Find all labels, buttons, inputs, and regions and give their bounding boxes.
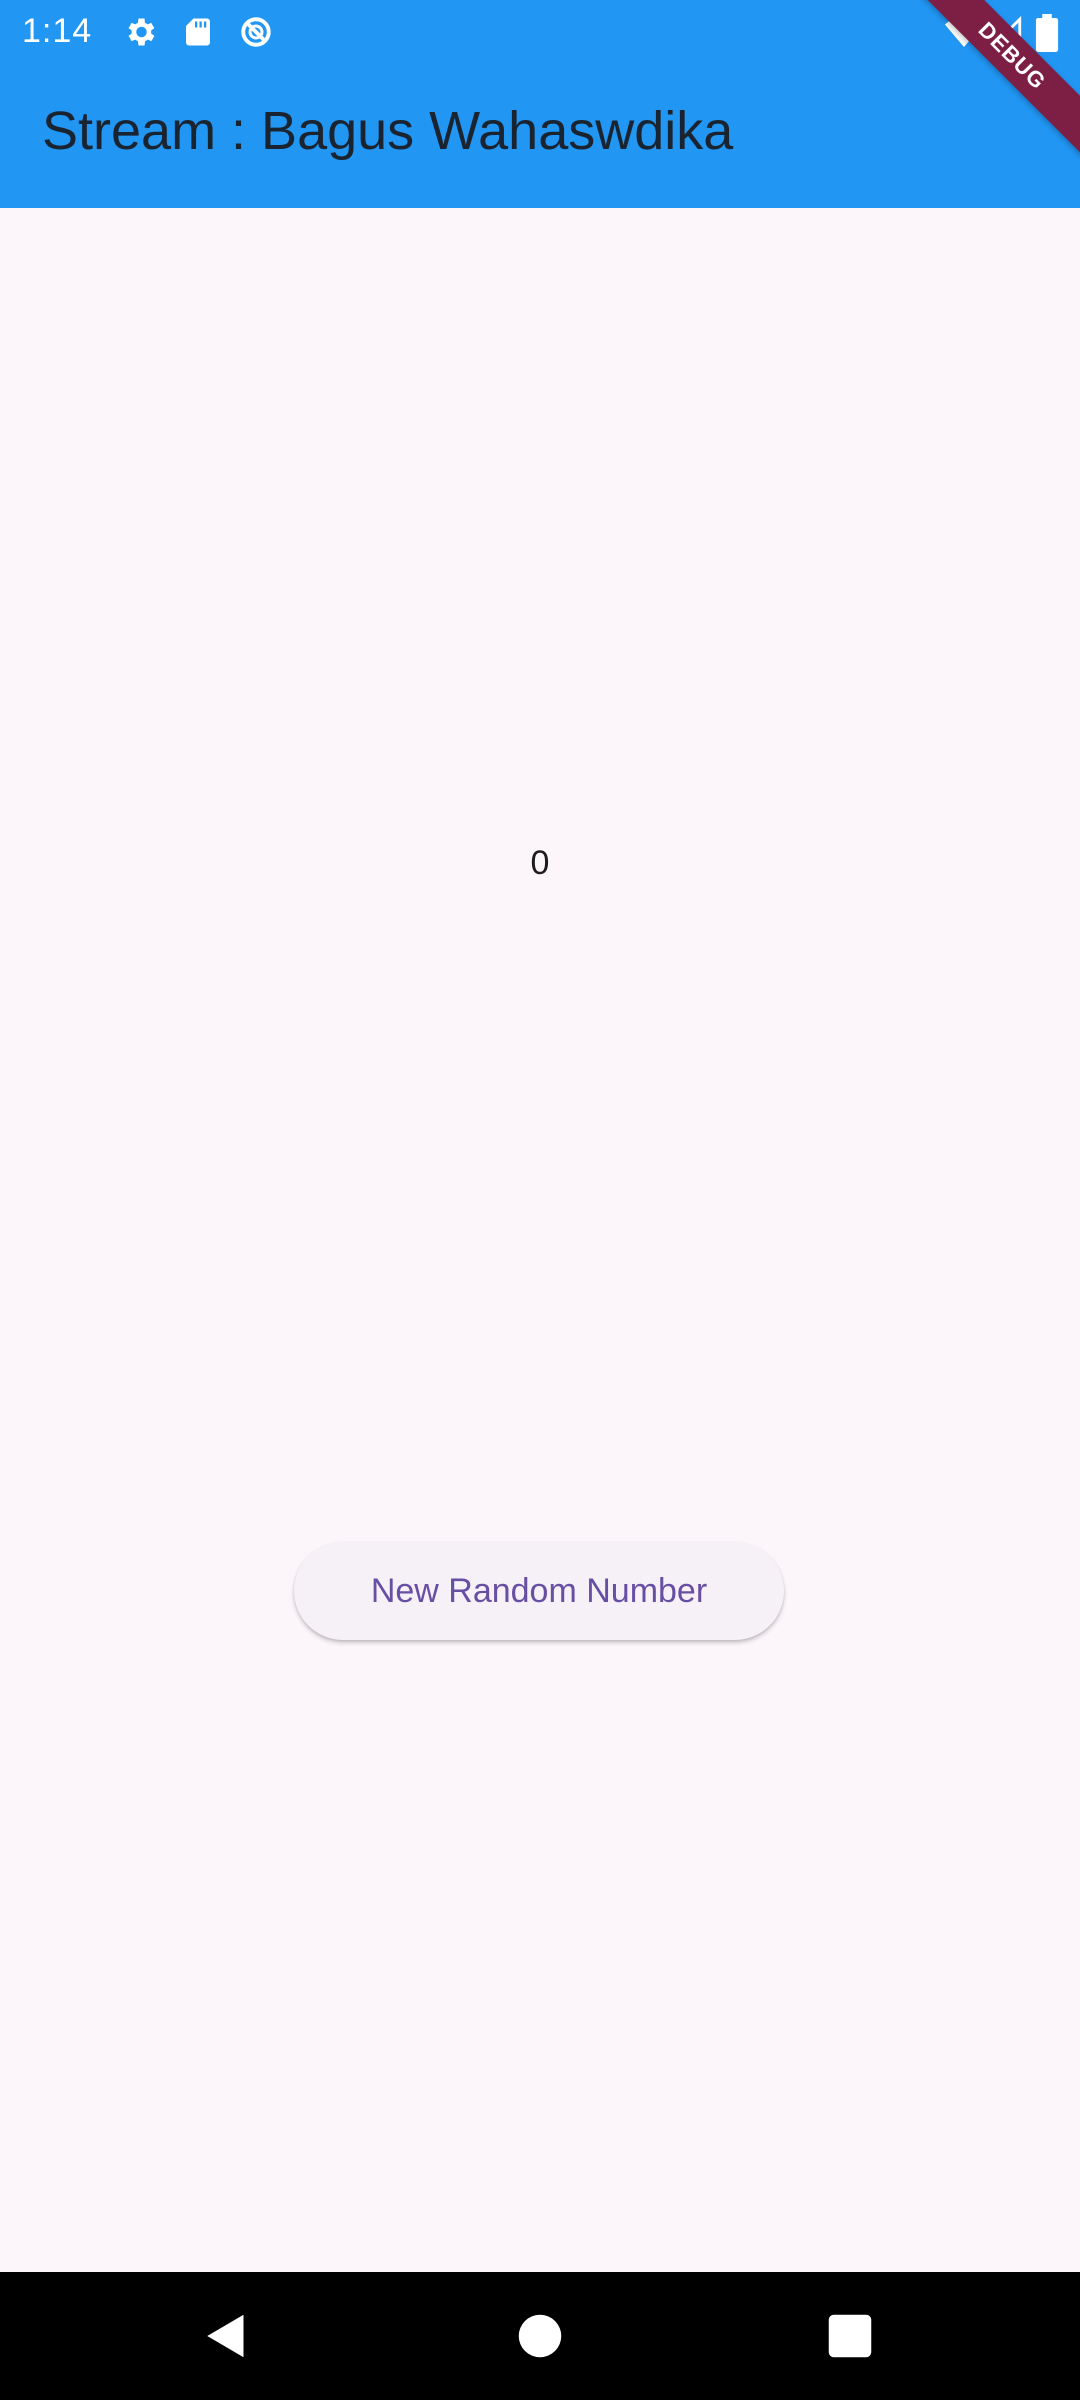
no-disturb-icon xyxy=(241,17,271,47)
main-body: 0 New Random Number xyxy=(0,208,1080,2272)
settings-icon xyxy=(128,18,155,46)
status-time: 1:14 xyxy=(22,12,93,50)
new-random-number-button[interactable]: New Random Number xyxy=(294,1542,784,1640)
back-icon[interactable] xyxy=(196,2306,256,2366)
sd-card-icon xyxy=(186,18,210,46)
battery-icon xyxy=(1035,14,1059,52)
recents-icon[interactable] xyxy=(820,2306,880,2366)
random-number-text: 0 xyxy=(530,844,550,882)
home-icon[interactable] xyxy=(510,2306,570,2366)
app-title: Stream : Bagus Wahaswdika xyxy=(42,101,734,161)
screen: 1:14 Stream: Bagus Wahaswdika DEBUG 0 N… xyxy=(0,0,1080,2400)
navigation-bar xyxy=(0,2272,1080,2400)
status-bar: 1:14 xyxy=(0,0,1080,64)
app-bar: 1:14 Stream: Bagus Wahaswdika xyxy=(0,0,1080,208)
